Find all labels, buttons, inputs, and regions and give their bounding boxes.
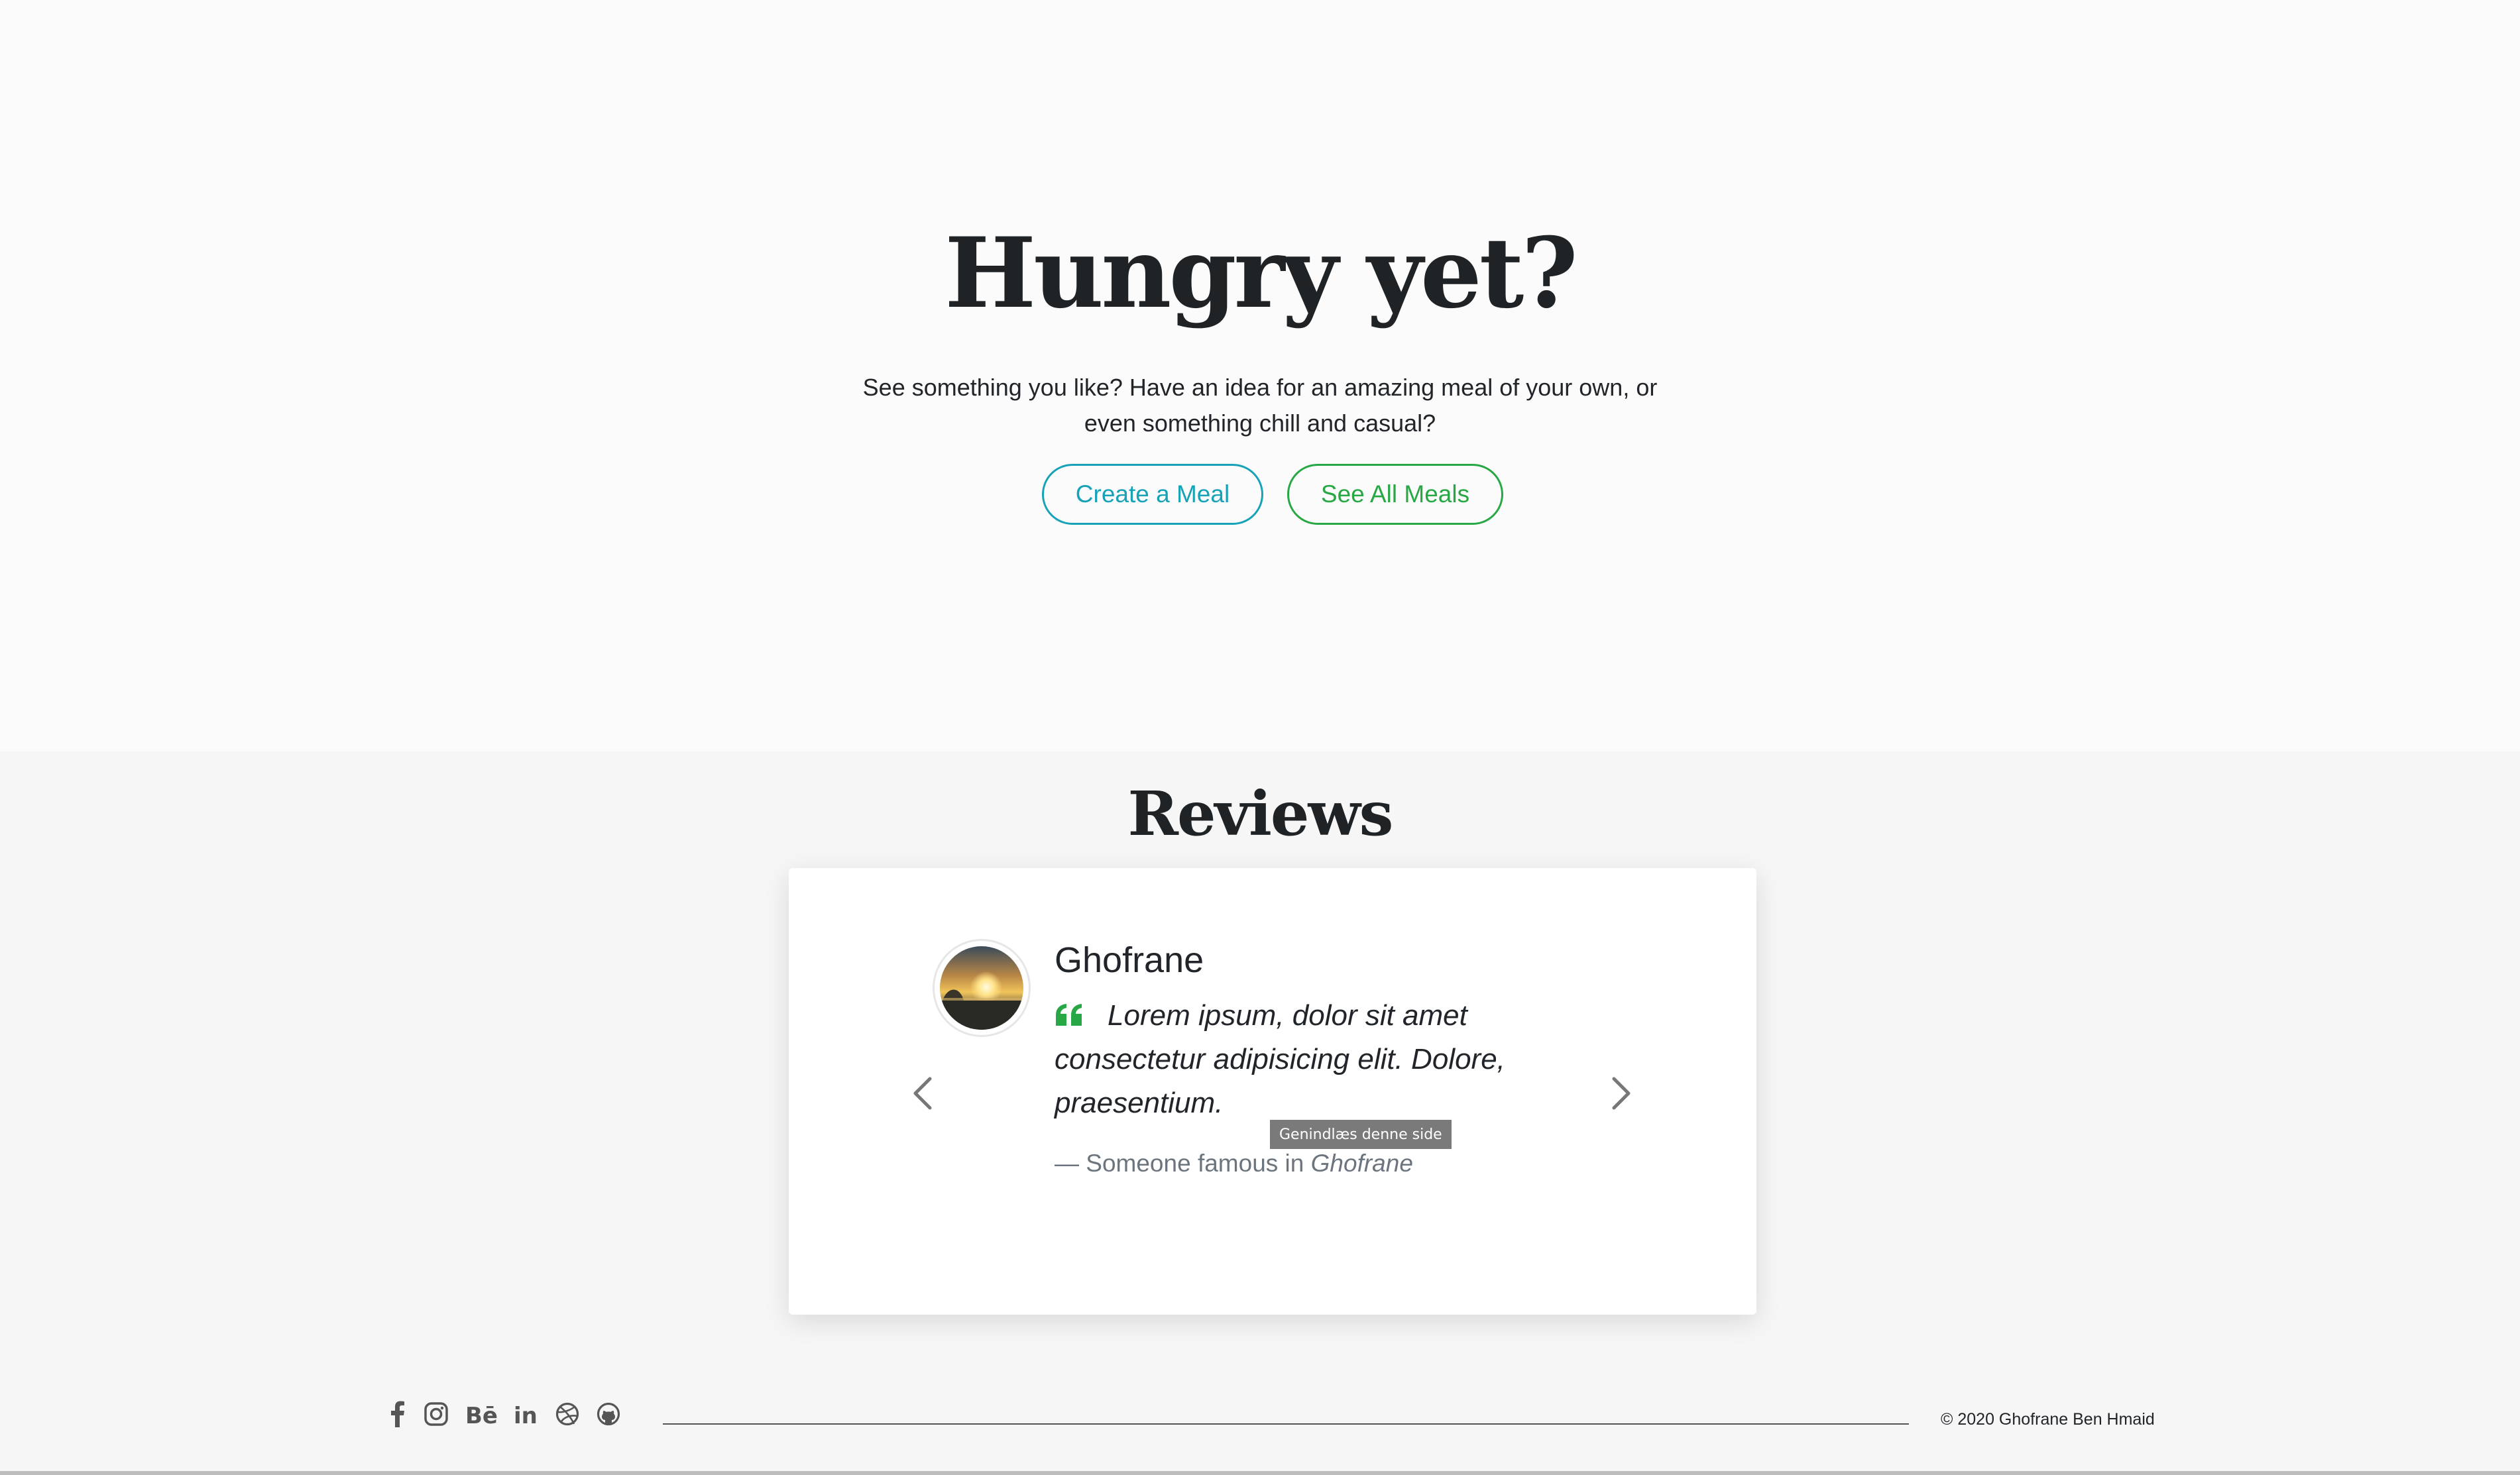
linkedin-link[interactable]: in [510,1397,542,1431]
instagram-icon [424,1402,448,1426]
linkedin-icon: in [514,1403,538,1425]
avatar-image [940,946,1023,1030]
reload-tooltip: Genindlæs denne side [1270,1120,1452,1149]
hero-title: Hungry yet? [945,217,1578,330]
attribution-source: Ghofrane [1310,1150,1413,1177]
carousel-prev-button[interactable] [909,1073,936,1113]
reviewer-avatar [933,939,1031,1037]
carousel-next-button[interactable] [1608,1073,1634,1113]
facebook-link[interactable] [382,1397,414,1431]
chevron-left-icon [913,1077,932,1110]
behance-link[interactable]: Bē [464,1397,501,1431]
footer-divider [663,1423,1909,1425]
create-meal-button[interactable]: Create a Meal [1042,464,1263,525]
svg-text:Bē: Bē [465,1403,498,1425]
behance-icon: Bē [465,1403,498,1425]
dribbble-icon [555,1402,579,1426]
review-quote: Lorem ipsum, dolor sit amet consectetur … [1055,999,1505,1119]
reviews-title: Reviews [1127,778,1394,849]
see-all-meals-button[interactable]: See All Meals [1287,464,1503,525]
review-attribution: — Someone famous in Ghofrane [1055,1150,1413,1177]
attribution-prefix: — Someone famous in [1055,1150,1311,1177]
reviewer-name: Ghofrane [1055,940,1204,980]
svg-text:in: in [514,1403,538,1425]
github-link[interactable] [593,1397,624,1431]
sunset-photo [940,946,1023,1030]
hero-subtitle-line-2: even something chill and casual? [1084,410,1436,437]
chevron-right-icon [1612,1077,1631,1110]
copyright-text: © 2020 Ghofrane Ben Hmaid [1941,1410,2155,1429]
github-icon [597,1402,620,1426]
bottom-border [0,1471,2520,1475]
facebook-icon [391,1401,404,1427]
hero-subtitle: See something you like? Have an idea for… [862,370,1658,441]
hero-subtitle-line-1: See something you like? Have an idea for… [862,374,1658,401]
dribbble-link[interactable] [551,1397,583,1431]
instagram-link[interactable] [420,1397,452,1431]
